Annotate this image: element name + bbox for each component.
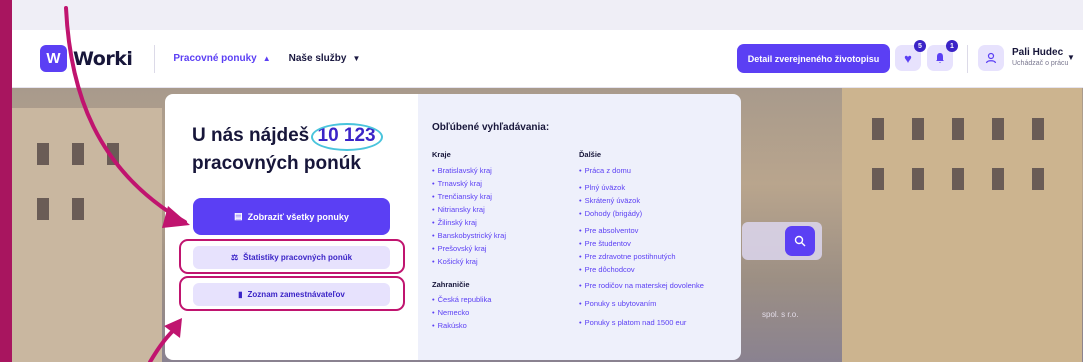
show-all-offers-button[interactable]: ▤ Zobraziť všetky ponuky xyxy=(193,198,390,235)
other-title: Ďalšie xyxy=(579,150,602,159)
logo[interactable]: W Worki xyxy=(40,45,133,72)
job-count-headline: U nás nájdeš 10 123 pracovných ponúk xyxy=(192,122,422,178)
heart-icon: ♥ xyxy=(904,50,912,66)
avatar[interactable] xyxy=(978,45,1004,71)
favorites-button[interactable]: ♥ 5 xyxy=(895,40,926,71)
job-count: 10 123 xyxy=(310,122,383,151)
worki-logo-icon: W xyxy=(40,45,67,72)
window xyxy=(912,168,924,190)
abroad-link[interactable]: Nemecko xyxy=(432,308,470,317)
other-link[interactable]: Pre študentov xyxy=(579,239,631,248)
other-link[interactable]: Ponuky s ubytovaním xyxy=(579,299,657,308)
window xyxy=(1032,168,1044,190)
window xyxy=(72,143,84,165)
annotation-ring xyxy=(179,239,405,274)
annotation-ring xyxy=(179,276,405,311)
notifications-badge: 1 xyxy=(946,40,958,52)
window xyxy=(952,168,964,190)
dropdown-right-panel: Obľúbené vyhľadávania: Kraje Bratislavsk… xyxy=(418,94,741,360)
notifications-button[interactable]: 1 xyxy=(927,40,958,71)
caret-down-icon: ▼ xyxy=(352,54,361,63)
user-role: Uchádzač o prácu xyxy=(1012,60,1069,67)
window xyxy=(992,168,1004,190)
headline-before: U nás nájdeš xyxy=(192,125,310,146)
window xyxy=(872,168,884,190)
region-link[interactable]: Trnavský kraj xyxy=(432,179,482,188)
other-link[interactable]: Dohody (brigády) xyxy=(579,209,643,218)
other-link[interactable]: Plný úväzok xyxy=(579,183,625,192)
left-edge-stripe xyxy=(0,0,12,362)
other-link[interactable]: Skrátený úväzok xyxy=(579,196,640,205)
abroad-link[interactable]: Česká republika xyxy=(432,295,492,304)
popular-searches-title: Obľúbené vyhľadávania: xyxy=(432,122,550,133)
user-menu[interactable]: Pali Hudec Uchádzač o prácu xyxy=(1012,47,1068,67)
window xyxy=(872,118,884,140)
window xyxy=(1032,118,1044,140)
window xyxy=(37,198,49,220)
search-button[interactable] xyxy=(785,226,815,256)
building-left xyxy=(12,108,162,362)
favorites-badge: 5 xyxy=(914,40,926,52)
nav-job-offers-label: Pracovné ponuky xyxy=(173,53,257,64)
region-link[interactable]: Žilinský kraj xyxy=(432,218,477,227)
site-header: W Worki Pracovné ponuky ▲ Naše služby ▼ … xyxy=(12,30,1083,88)
other-link[interactable]: Pre absolventov xyxy=(579,226,639,235)
region-link[interactable]: Banskobystrický kraj xyxy=(432,231,506,240)
user-caret-down-icon[interactable]: ▼ xyxy=(1067,53,1075,62)
window xyxy=(952,118,964,140)
header-divider-2 xyxy=(967,45,968,73)
bell-icon xyxy=(936,53,944,63)
region-link[interactable]: Trenčiansky kraj xyxy=(432,192,492,201)
document-icon: ▤ xyxy=(234,211,243,221)
show-all-offers-label: Zobraziť všetky ponuky xyxy=(247,211,349,222)
other-link[interactable]: Pre zdravotne postihnutých xyxy=(579,252,676,261)
top-band xyxy=(12,0,1083,30)
window xyxy=(72,198,84,220)
user-name: Pali Hudec xyxy=(1012,47,1064,58)
other-link[interactable]: Ponuky s platom nad 1500 eur xyxy=(579,318,687,327)
user-icon xyxy=(985,52,997,64)
region-link[interactable]: Prešovský kraj xyxy=(432,244,487,253)
copyright-text: spol. s r.o. xyxy=(762,310,799,319)
cv-detail-button[interactable]: Detail zverejneného životopisu xyxy=(737,44,890,73)
caret-up-icon: ▲ xyxy=(262,54,271,63)
region-link[interactable]: Bratislavský kraj xyxy=(432,166,492,175)
dropdown-left-panel: U nás nájdeš 10 123 pracovných ponúk ▤ Z… xyxy=(165,94,418,360)
window xyxy=(912,118,924,140)
window xyxy=(37,143,49,165)
region-link[interactable]: Košický kraj xyxy=(432,257,478,266)
abroad-title: Zahraničie xyxy=(432,280,470,289)
nav-our-services[interactable]: Naše služby ▼ xyxy=(289,53,361,64)
headline-after: pracovných ponúk xyxy=(192,153,361,174)
abroad-link[interactable]: Rakúsko xyxy=(432,321,467,330)
nav-our-services-label: Naše služby xyxy=(288,53,347,64)
logo-text: Worki xyxy=(73,47,133,70)
nav-job-offers[interactable]: Pracovné ponuky ▲ xyxy=(173,53,270,64)
region-link[interactable]: Nitriansky kraj xyxy=(432,205,485,214)
other-link[interactable]: Pre dôchodcov xyxy=(579,265,635,274)
search-icon xyxy=(794,235,806,247)
other-link[interactable]: Práca z domu xyxy=(579,166,631,175)
header-divider xyxy=(154,44,156,73)
window xyxy=(107,143,119,165)
other-link[interactable]: Pre rodičov na materskej dovolenke xyxy=(579,281,704,290)
window xyxy=(992,118,1004,140)
regions-title: Kraje xyxy=(432,150,451,159)
